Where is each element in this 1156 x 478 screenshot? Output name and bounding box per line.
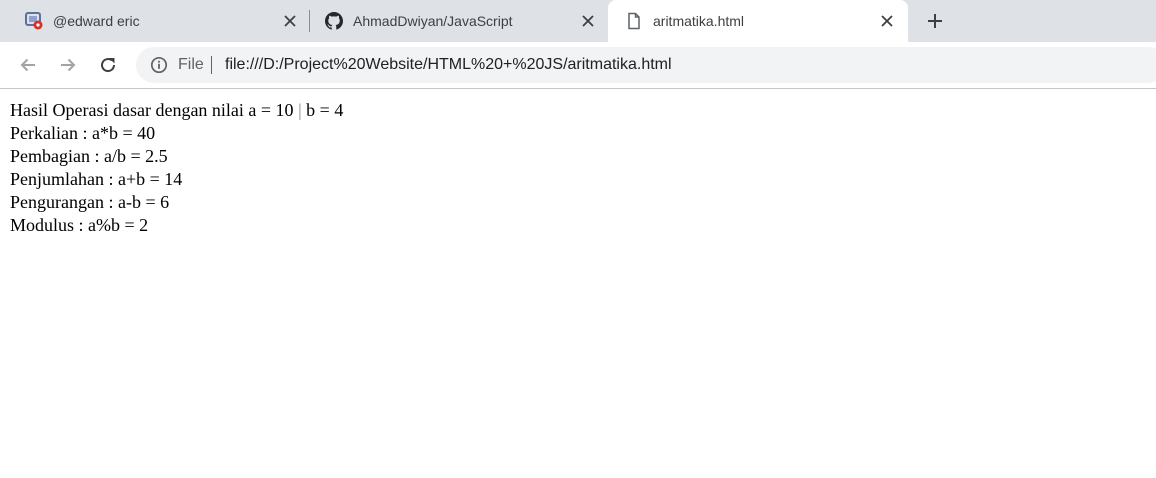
youtube-studio-icon [25,12,43,30]
tab-github-javascript[interactable]: AhmadDwiyan/JavaScript [308,0,608,42]
close-icon [284,15,296,27]
arrow-right-icon [61,58,76,72]
result-multiplication: Perkalian : a*b = 40 [10,123,156,143]
back-button[interactable] [16,53,40,77]
github-icon [325,12,343,30]
new-tab-button[interactable] [924,10,946,32]
arrow-left-icon [20,58,35,72]
tab-title: AhmadDwiyan/JavaScript [353,13,513,29]
result-modulus: Modulus : a%b = 2 [10,215,149,235]
tab-title: aritmatika.html [653,13,745,29]
tab-edward-eric[interactable]: @edward eric [8,0,308,42]
forward-button[interactable] [56,53,80,77]
scheme-label: File [178,56,204,73]
close-tab-button[interactable] [281,12,299,30]
plus-icon [928,14,942,28]
omnibox-separator [211,56,212,74]
header-suffix: b = 4 [301,100,344,120]
result-subtraction: Pengurangan : a-b = 6 [10,192,170,212]
close-icon [582,15,594,27]
reload-icon [101,58,116,73]
close-icon [881,15,893,27]
result-addition: Penjumlahan : a+b = 14 [10,169,183,189]
browser-toolbar: File file:///D:/Project%20Website/HTML%2… [0,42,1156,89]
close-tab-button[interactable] [579,12,597,30]
reload-button[interactable] [96,53,120,77]
close-tab-button[interactable] [878,12,896,30]
tab-strip: @edward eric AhmadDwiyan/JavaScript arit… [0,0,1156,42]
result-header: Hasil Operasi dasar dengan nilai a = 10 … [10,99,343,122]
info-icon[interactable] [150,56,168,74]
tab-aritmatika[interactable]: aritmatika.html [608,0,908,42]
header-prefix: Hasil Operasi dasar dengan nilai a = 10 [10,100,299,120]
page-content: Hasil Operasi dasar dengan nilai a = 10 … [10,99,343,237]
result-division: Pembagian : a/b = 2.5 [10,146,168,166]
tab-title: @edward eric [53,13,140,29]
address-bar[interactable]: File file:///D:/Project%20Website/HTML%2… [136,47,1156,83]
url-text[interactable]: file:///D:/Project%20Website/HTML%20+%20… [225,55,672,75]
file-icon [625,12,643,30]
